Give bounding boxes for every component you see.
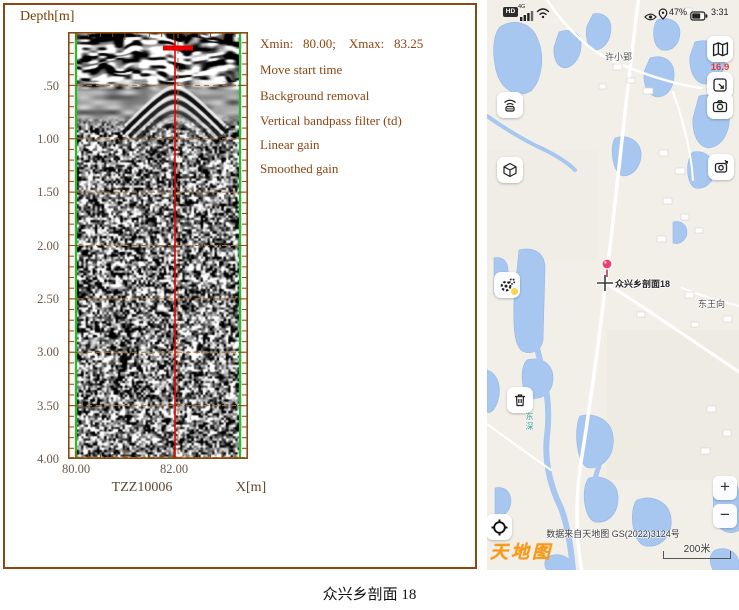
scale-bar [663,551,731,559]
layers-map-icon [712,41,729,58]
depth-tick-label: 2.50 [11,291,59,307]
camera-rotate-button[interactable] [708,154,734,180]
battery-icon [690,8,708,26]
screenshot-icon [712,77,728,93]
plot-overlay [68,32,248,459]
map-layers-button[interactable] [707,36,733,62]
wifi-connect-button[interactable] [497,92,523,118]
cube-3d-icon [502,162,518,178]
zoom-out-button[interactable]: − [713,504,737,528]
range-info-line: Xmin: 80.00; Xmax: 83.25 [260,35,472,53]
wifi-device-icon [502,97,518,113]
map-app-screenshot[interactable]: HD 4G 47% 3:31 16.9 [487,0,739,570]
processing-step: Smoothed gain [260,160,472,178]
trash-icon [512,392,528,408]
water-name-label: 东深 [524,412,535,432]
camera-icon [712,98,728,114]
tianditu-logo: 天地图 [490,538,553,564]
processing-step: Move start time [260,61,472,79]
view-3d-button[interactable] [497,157,523,183]
depth-tick-label: 3.50 [11,398,59,414]
depth-tick-label: .50 [11,78,59,94]
depth-tick-label: 1.50 [11,184,59,200]
gps-pin-icon [658,7,668,25]
x-tick-label: 80.00 [54,462,98,477]
depth-tick-label: 3.00 [11,344,59,360]
depth-tick-label: 1.00 [11,131,59,147]
notification-dot [511,288,518,295]
camera-button[interactable] [707,93,733,119]
map-canvas[interactable] [487,0,739,570]
delete-button[interactable] [507,387,533,413]
figure-caption: 众兴乡剖面 18 [0,583,739,604]
x-tick-label: 82.00 [152,462,196,477]
zoom-in-button[interactable]: + [713,476,737,500]
village-label: 东王向 [698,297,725,310]
village-label: 许小郢 [605,50,632,63]
depth-tick-label: 4.00 [11,451,59,467]
depth-axis-title: Depth[m] [20,9,74,25]
marker-label: 众兴乡剖面18 [615,277,670,290]
wifi-icon [536,6,550,24]
processing-step: Linear gain [260,136,472,154]
clock-label: 3:31 [711,7,729,17]
x-axis-title: X[m] [221,480,281,496]
hd-badge-icon: HD [503,7,518,17]
settings-button[interactable] [494,272,520,298]
figure-page: Depth[m] .50 1.00 1.50 2.00 2.50 3.00 3.… [0,0,739,610]
processing-step: Background removal [260,87,472,105]
trace-id-label: TZZ10006 [97,480,187,496]
camera-rotate-icon [713,159,729,175]
signal-bars-icon [520,8,534,26]
radargram-plot [68,32,248,459]
battery-percent-label: 47% [669,7,687,17]
compass-icon [491,519,508,536]
eye-icon [644,9,657,27]
gpr-profile-panel: Depth[m] .50 1.00 1.50 2.00 2.50 3.00 3.… [3,3,477,569]
depth-tick-label: 2.00 [11,238,59,254]
processing-step: Vertical bandpass filter (td) [260,112,472,130]
